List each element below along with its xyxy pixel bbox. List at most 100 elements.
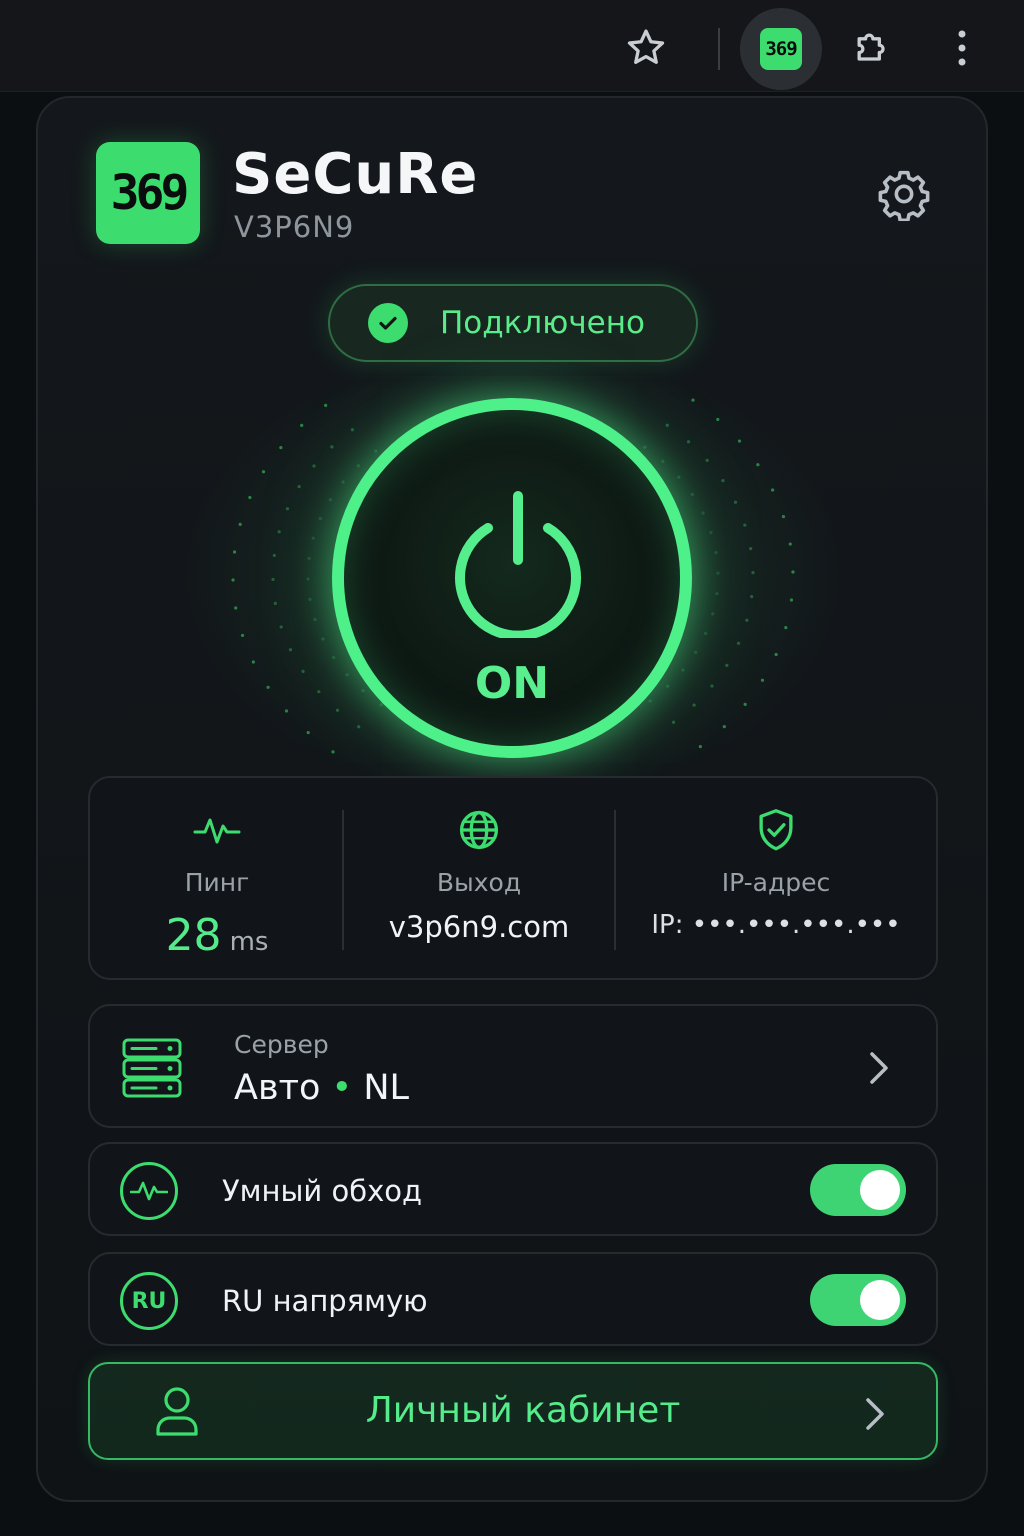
shield-check-icon [752, 806, 800, 854]
halo-dot [725, 663, 729, 667]
smart-bypass-toggle[interactable] [810, 1164, 906, 1216]
halo-dot [751, 570, 755, 575]
halo-dot [737, 439, 742, 443]
halo-dot [332, 655, 336, 660]
halo-dot [234, 606, 238, 610]
halo-dot [266, 685, 270, 689]
ping-value-row: 28 ms [90, 910, 344, 961]
halo-dot [698, 745, 702, 749]
halo-dot [279, 446, 283, 450]
halo-dot [721, 478, 725, 483]
server-icon [122, 1038, 182, 1098]
halo-dot [722, 725, 726, 729]
smart-bypass-label: Умный обход [222, 1174, 423, 1208]
status-badge: Подключено [328, 284, 698, 362]
halo-dot [261, 470, 266, 474]
halo-dot [238, 522, 242, 526]
extension-button[interactable]: 369 [740, 8, 822, 90]
account-label: Личный кабинет [365, 1390, 681, 1431]
more-vertical-icon[interactable] [944, 24, 980, 72]
halo-dot [330, 445, 334, 449]
halo-dot [756, 463, 760, 467]
halo-dot [788, 542, 792, 546]
app-subtitle: V3P6N9 [234, 210, 355, 244]
halo-dot [306, 730, 310, 735]
gear-icon[interactable] [874, 164, 934, 224]
ip-stat: IP-адрес IP: •••.•••.•••.••• [616, 778, 936, 978]
extension-badge: 369 [760, 28, 802, 70]
power-icon [455, 491, 581, 638]
halo-dot [710, 684, 714, 688]
halo-dot [774, 652, 778, 657]
check-circle-icon [368, 303, 408, 343]
halo-dot [711, 612, 715, 616]
halo-dot [789, 598, 794, 602]
server-selector[interactable]: Сервер Авто • NL [88, 1004, 938, 1128]
halo-dot [357, 725, 361, 729]
halo-dot [240, 633, 245, 638]
halo-dot [791, 570, 795, 574]
halo-dot [714, 551, 718, 555]
halo-dot [704, 631, 708, 636]
power-state-label: ON [474, 658, 550, 709]
halo-dot [277, 530, 281, 534]
halo-dot [743, 523, 747, 527]
app-logo: 369 [96, 142, 200, 244]
halo-dot [716, 571, 720, 575]
app-title: SeCuRe [232, 142, 479, 207]
power-button[interactable]: ON [332, 398, 692, 758]
server-value: Авто • NL [234, 1068, 409, 1108]
halo-dot [677, 475, 681, 479]
halo-dot [313, 617, 317, 622]
halo-dot [681, 668, 685, 672]
halo-dot [691, 398, 695, 402]
server-label: Сервер [234, 1030, 329, 1059]
halo-dot [745, 618, 749, 622]
halo-dot [324, 403, 328, 407]
halo-dot [743, 702, 747, 706]
halo-dot [643, 445, 647, 449]
chevron-right-icon [866, 1398, 884, 1430]
halo-dot [665, 423, 669, 427]
halo-dot [312, 464, 316, 468]
halo-dot [301, 669, 305, 674]
halo-dot [671, 720, 676, 724]
ip-label: IP-адрес [721, 868, 831, 897]
pulse-icon [193, 806, 241, 854]
ru-direct-row: RU RU напрямую [88, 1252, 938, 1346]
halo-dot [750, 594, 754, 599]
extension-popup: 369 SeCuRe V3P6N9 Подключено ON Пинг 28 … [36, 96, 988, 1502]
halo-dot [694, 650, 698, 654]
halo-dot [271, 577, 275, 582]
exit-value: v3p6n9.com [388, 910, 570, 944]
server-country: NL [363, 1068, 409, 1108]
halo-dot [356, 464, 360, 468]
halo-dot [686, 440, 691, 444]
ru-direct-toggle[interactable] [810, 1274, 906, 1326]
halo-dot [297, 485, 301, 489]
halo-dot [716, 417, 720, 422]
halo-dot [760, 678, 765, 682]
smart-bypass-row: Умный обход [88, 1142, 938, 1236]
ping-stat: Пинг 28 ms [90, 778, 344, 978]
halo-dot [272, 553, 276, 558]
halo-dot [709, 530, 713, 535]
halo-dot [715, 591, 719, 596]
halo-dot [307, 556, 311, 561]
ru-icon: RU [120, 1272, 178, 1330]
halo-dot [288, 648, 293, 652]
ip-value: IP: •••.•••.•••.••• [651, 910, 901, 940]
server-separator: • [331, 1068, 353, 1108]
pulse-circle-icon [120, 1162, 178, 1220]
account-button[interactable]: Личный кабинет [88, 1362, 938, 1460]
halo-dot [321, 637, 325, 641]
star-icon[interactable] [622, 24, 670, 72]
halo-dot [308, 597, 312, 601]
exit-label: Выход [436, 868, 522, 897]
halo-dot [784, 626, 788, 630]
ru-direct-label: RU напрямую [222, 1284, 428, 1318]
exit-stat: Выход v3p6n9.com [344, 778, 614, 978]
halo-dot [231, 578, 235, 582]
puzzle-icon[interactable] [848, 24, 896, 72]
halo-dot [705, 458, 709, 462]
